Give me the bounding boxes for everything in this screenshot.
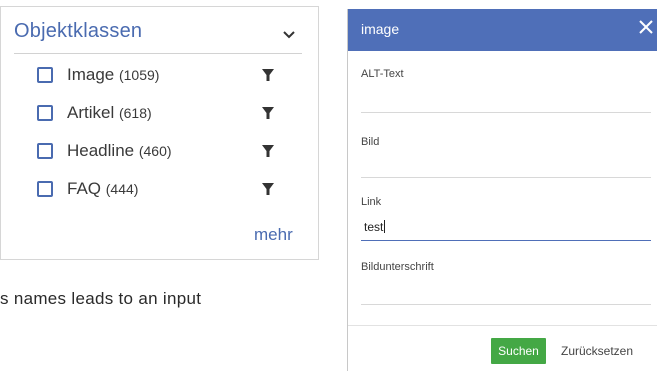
link-input-underline[interactable] — [361, 240, 651, 241]
image-dialog: image ALT-Text Bild Link test Bildunters… — [347, 9, 657, 371]
facet-title: Objektklassen — [14, 20, 143, 42]
facet-header[interactable]: Objektklassen — [14, 17, 302, 54]
filter-icon[interactable] — [261, 182, 275, 196]
facet-item-count: (1059) — [118, 67, 160, 83]
reset-button[interactable]: Zurücksetzen — [561, 344, 633, 358]
facet-list: Image (1059) Artikel (618) Headline (460… — [37, 65, 277, 217]
facet-item-image[interactable]: Image (1059) — [37, 65, 277, 103]
dialog-footer-divider — [348, 325, 657, 326]
more-link[interactable]: mehr — [254, 225, 293, 245]
dialog-header: image — [348, 9, 657, 51]
facet-checkbox[interactable] — [37, 143, 53, 159]
close-icon[interactable] — [636, 17, 656, 37]
body-text: s names leads to an input — [0, 289, 202, 308]
filter-icon[interactable] — [261, 68, 275, 82]
field-label-bild: Bild — [361, 136, 380, 148]
filter-icon[interactable] — [261, 144, 275, 158]
facet-item-label: Image — [67, 65, 115, 84]
facet-item-faq[interactable]: FAQ (444) — [37, 179, 277, 217]
facet-item-count: (618) — [118, 105, 152, 121]
field-label-link: Link — [361, 196, 382, 208]
facet-panel: Objektklassen Image (1059) Artikel (618) — [0, 6, 319, 260]
facet-item-count: (460) — [138, 143, 172, 159]
alt-text-input-underline[interactable] — [361, 112, 651, 113]
chevron-down-icon[interactable] — [282, 29, 296, 41]
field-label-bildunterschrift: Bildunterschrift — [361, 261, 434, 273]
facet-item-label: FAQ — [67, 179, 102, 198]
facet-checkbox[interactable] — [37, 105, 53, 121]
facet-checkbox[interactable] — [37, 67, 53, 83]
facet-item-headline[interactable]: Headline (460) — [37, 141, 277, 179]
facet-item-label: Artikel — [67, 103, 115, 122]
facet-item-label: Headline — [67, 141, 135, 160]
dialog-title: image — [361, 21, 400, 37]
bildunterschrift-input-underline[interactable] — [361, 304, 651, 305]
link-input[interactable]: test — [364, 220, 383, 234]
text-caret — [384, 220, 386, 233]
field-label-alt-text: ALT-Text — [361, 68, 404, 80]
search-button[interactable]: Suchen — [491, 338, 546, 364]
facet-item-count: (444) — [105, 181, 139, 197]
facet-item-artikel[interactable]: Artikel (618) — [37, 103, 277, 141]
facet-checkbox[interactable] — [37, 181, 53, 197]
filter-icon[interactable] — [261, 106, 275, 120]
link-input-wrapper[interactable]: test — [364, 220, 386, 234]
bild-input-underline[interactable] — [361, 177, 651, 178]
